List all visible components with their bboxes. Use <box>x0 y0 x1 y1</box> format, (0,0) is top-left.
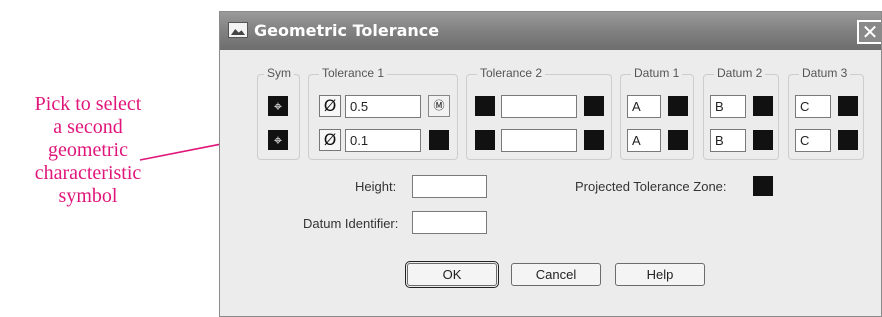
title-bar[interactable]: Geometric Tolerance ✕ <box>220 12 881 50</box>
position-symbol-icon: ⌖ <box>273 131 283 149</box>
row2-tolerance2-diameter-button[interactable] <box>475 130 495 150</box>
row1-datum1-input[interactable]: A <box>627 95 661 118</box>
row2-datum1-modifier-button[interactable] <box>668 130 688 150</box>
callout-line: characteristic <box>34 162 142 184</box>
row2-datum3-input[interactable]: C <box>795 129 831 152</box>
row1-tolerance1-input[interactable]: 0.5 <box>345 95 421 118</box>
tolerance2-group: Tolerance 2 <box>466 66 612 160</box>
sym-group: Sym ⌖ ⌖ <box>257 66 300 160</box>
datum2-group-label: Datum 2 <box>714 66 766 80</box>
sym-group-label: Sym <box>264 66 294 80</box>
datum2-group: Datum 2 B B <box>703 66 779 160</box>
callout-line: symbol <box>58 185 118 207</box>
geometric-tolerance-dialog: Geometric Tolerance ✕ Sym ⌖ ⌖ Tolerance … <box>219 11 882 317</box>
app-icon <box>228 22 248 38</box>
row2-tolerance2-input[interactable] <box>501 129 577 152</box>
row2-datum2-input[interactable]: B <box>710 129 746 152</box>
row1-material-condition-button[interactable]: Ⓜ <box>428 95 450 117</box>
row1-datum3-modifier-button[interactable] <box>838 96 858 116</box>
projected-tolerance-zone-label: Projected Tolerance Zone: <box>575 179 727 194</box>
row2-tolerance2-modifier-button[interactable] <box>584 130 604 150</box>
row2-diameter-button[interactable]: Ø <box>319 129 341 151</box>
cancel-button[interactable]: Cancel <box>511 263 601 286</box>
row1-tolerance2-modifier-button[interactable] <box>584 96 604 116</box>
height-input[interactable] <box>412 175 487 198</box>
callout-line: Pick to select <box>34 93 142 115</box>
tolerance1-group-label: Tolerance 1 <box>319 66 388 80</box>
row1-tolerance2-diameter-button[interactable] <box>475 96 495 116</box>
callout-annotation: Pick to select a second geometric charac… <box>0 93 176 208</box>
row1-datum3-input[interactable]: C <box>795 95 831 118</box>
mmc-modifier-icon: Ⓜ <box>433 99 445 112</box>
help-button[interactable]: Help <box>615 263 705 286</box>
row2-datum3-modifier-button[interactable] <box>838 130 858 150</box>
position-symbol-icon: ⌖ <box>273 97 283 115</box>
close-button[interactable]: ✕ <box>857 20 881 44</box>
row2-datum1-input[interactable]: A <box>627 129 661 152</box>
row1-symbol-button[interactable]: ⌖ <box>268 96 288 116</box>
row2-tolerance1-input[interactable]: 0.1 <box>345 129 421 152</box>
tolerance2-group-label: Tolerance 2 <box>477 66 546 80</box>
row2-material-condition-button[interactable] <box>429 130 449 150</box>
row2-symbol-button[interactable]: ⌖ <box>268 130 288 150</box>
row1-tolerance2-input[interactable] <box>501 95 577 118</box>
datum3-group: Datum 3 C C <box>788 66 864 160</box>
datum1-group-label: Datum 1 <box>631 66 683 80</box>
projected-tolerance-zone-button[interactable] <box>753 176 773 196</box>
row1-datum2-modifier-button[interactable] <box>753 96 773 116</box>
ok-button[interactable]: OK <box>405 261 499 288</box>
callout-line: a second <box>53 116 123 138</box>
callout-line: geometric <box>48 139 128 161</box>
row1-datum2-input[interactable]: B <box>710 95 746 118</box>
tolerance1-group: Tolerance 1 Ø 0.5 Ⓜ Ø 0.1 <box>308 66 458 160</box>
row1-diameter-button[interactable]: Ø <box>319 95 341 117</box>
height-label: Height: <box>355 179 397 194</box>
datum-identifier-label: Datum Identifier: <box>303 216 399 231</box>
row1-datum1-modifier-button[interactable] <box>668 96 688 116</box>
row2-datum2-modifier-button[interactable] <box>753 130 773 150</box>
datum3-group-label: Datum 3 <box>799 66 851 80</box>
datum1-group: Datum 1 A A <box>620 66 694 160</box>
datum-identifier-input[interactable] <box>412 211 487 234</box>
dialog-title: Geometric Tolerance <box>254 21 440 40</box>
